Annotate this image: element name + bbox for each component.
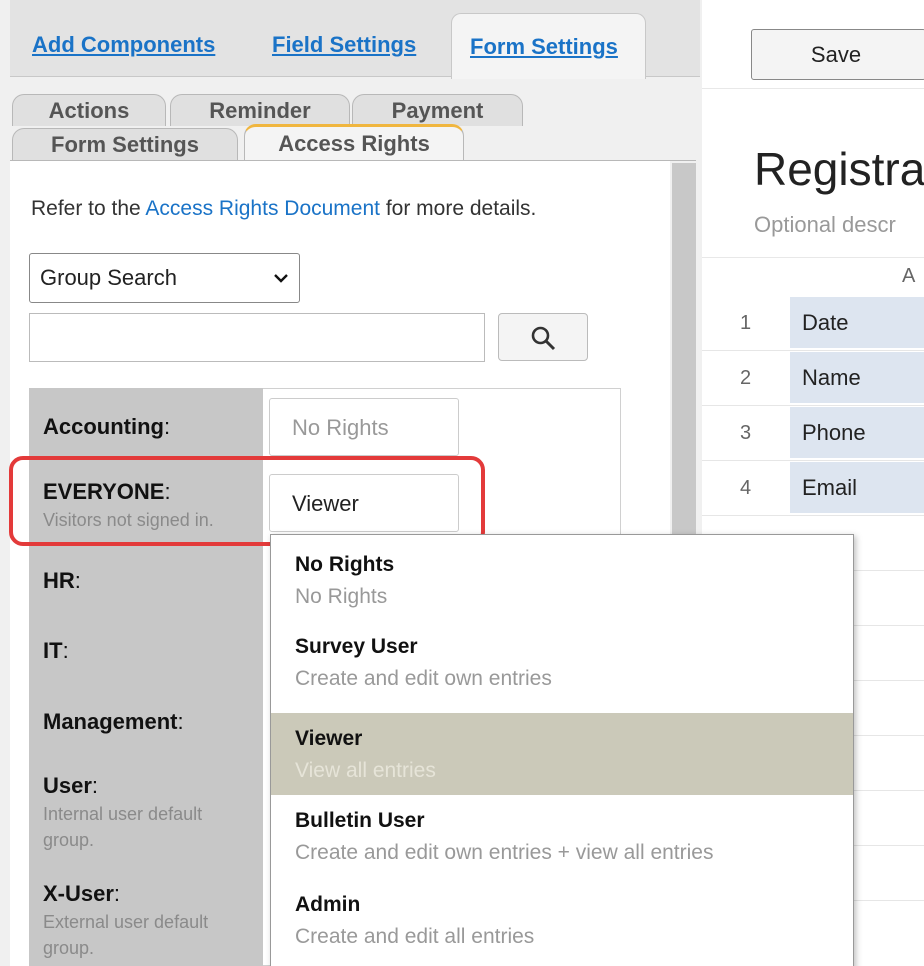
access-rights-dropdown: No Rights No Rights Survey User Create a…: [270, 534, 854, 966]
option-description: Create and edit own entries: [295, 667, 552, 690]
group-name-text: HR: [43, 568, 75, 593]
row-number: 1: [740, 312, 752, 334]
subtab-actions[interactable]: Actions: [12, 94, 166, 126]
row-divider: [702, 350, 924, 351]
subtab-form-settings[interactable]: Form Settings: [12, 128, 238, 160]
option-title: Bulletin User: [295, 809, 425, 832]
group-name: IT:: [43, 638, 69, 664]
subtab-payment[interactable]: Payment: [352, 94, 523, 126]
option-survey-user[interactable]: Survey User Create and edit own entries: [271, 621, 853, 703]
group-colon: :: [177, 709, 184, 734]
column-letter: A: [902, 265, 916, 287]
group-search-input[interactable]: [29, 313, 485, 362]
field-cell[interactable]: Name: [790, 352, 924, 404]
group-name: Management:: [43, 709, 184, 735]
everyone-highlight-box: [9, 456, 485, 546]
info-prefix: Refer to the: [31, 197, 146, 220]
form-description: Optional descr: [754, 212, 896, 237]
group-description: Internal user default group.: [43, 804, 203, 850]
group-name-text: IT: [43, 638, 63, 663]
row-number: 4: [740, 477, 752, 499]
group-name-text: Accounting: [43, 414, 164, 439]
tab-form-settings[interactable]: Form Settings: [451, 13, 646, 79]
tab-add-components[interactable]: Add Components: [32, 32, 215, 58]
field-cell[interactable]: Date: [790, 297, 924, 349]
info-suffix: for more details.: [380, 197, 537, 220]
group-name: X-User:: [43, 881, 120, 907]
search-button[interactable]: [498, 313, 588, 361]
group-name-text: User: [43, 773, 92, 798]
save-button[interactable]: Save: [751, 29, 924, 80]
group-search-select-value: Group Search: [40, 265, 177, 290]
option-title: Admin: [295, 893, 361, 916]
option-no-rights[interactable]: No Rights No Rights: [271, 539, 853, 621]
option-description: No Rights: [295, 585, 388, 608]
search-icon: [531, 326, 556, 351]
access-rights-document-link[interactable]: Access Rights Document: [145, 197, 380, 220]
group-colon: :: [113, 881, 121, 906]
group-name-text: X-User: [43, 881, 114, 906]
option-admin[interactable]: Admin Create and edit all entries: [271, 879, 853, 961]
option-description: Create and edit own entries + view all e…: [295, 841, 714, 864]
chevron-down-icon: [274, 274, 288, 283]
option-bulletin-user[interactable]: Bulletin User Create and edit own entrie…: [271, 795, 853, 877]
group-name-text: Management: [43, 709, 178, 734]
option-description: View all entries: [295, 759, 436, 782]
row-number: 2: [740, 367, 752, 389]
row-divider: [702, 515, 924, 516]
field-cell[interactable]: Email: [790, 462, 924, 514]
option-viewer[interactable]: Viewer View all entries: [271, 713, 853, 795]
option-description: Create and edit all entries: [295, 925, 535, 948]
subtab-reminder[interactable]: Reminder: [170, 94, 350, 126]
group-name: Accounting:: [43, 414, 170, 440]
row-divider: [702, 405, 924, 406]
group-description: External user default group.: [43, 912, 209, 958]
option-title: Viewer: [295, 727, 363, 750]
tab-field-settings[interactable]: Field Settings: [272, 32, 416, 58]
form-title: Registra: [754, 143, 924, 195]
group-name: HR:: [43, 568, 81, 594]
row-number: 3: [740, 422, 752, 444]
group-name: User:: [43, 773, 98, 799]
rights-button-accounting[interactable]: No Rights: [269, 398, 459, 456]
option-title: No Rights: [295, 553, 395, 576]
access-rights-info: Refer to the Access Rights Document for …: [31, 197, 536, 221]
group-search-select[interactable]: Group Search: [29, 253, 300, 303]
group-colon: :: [91, 773, 99, 798]
option-title: Survey User: [295, 635, 418, 658]
group-colon: :: [74, 568, 81, 593]
subtab-access-rights[interactable]: Access Rights: [244, 124, 464, 162]
group-colon: :: [164, 414, 171, 439]
tab-form-settings-label: Form Settings: [470, 34, 618, 59]
group-colon: :: [62, 638, 69, 663]
row-divider: [702, 460, 924, 461]
field-cell[interactable]: Phone: [790, 407, 924, 459]
